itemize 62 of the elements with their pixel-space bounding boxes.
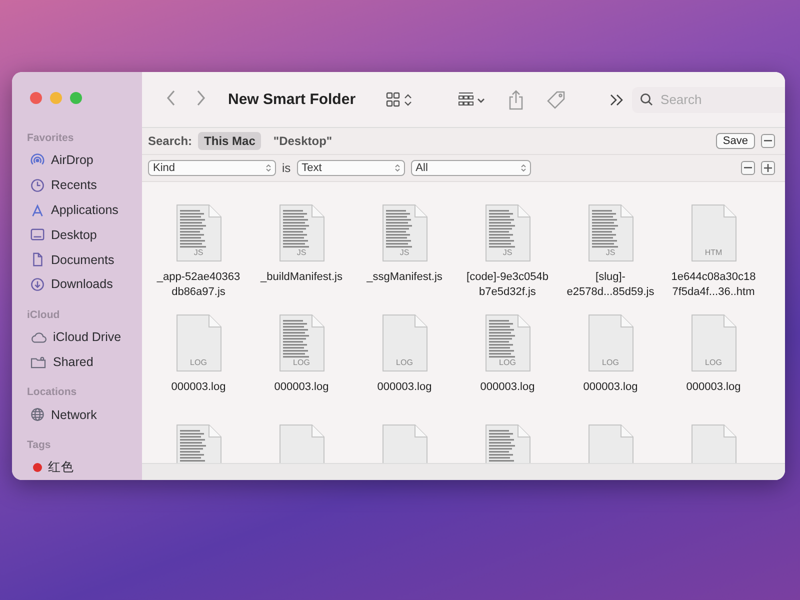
search-icon	[640, 93, 653, 106]
more-icon[interactable]	[610, 94, 624, 106]
sidebar-item[interactable]: AirDrop	[51, 153, 94, 168]
attribute-popup[interactable]: Kind	[148, 160, 276, 176]
sidebar-item[interactable]: Recents	[51, 178, 97, 192]
window-title: New Smart Folder	[228, 91, 356, 108]
sidebar-item[interactable]: 红色	[48, 459, 74, 476]
section-heading: iCloud	[27, 308, 61, 321]
plus-icon	[764, 164, 772, 172]
group-icon[interactable]	[458, 92, 486, 108]
file-name: _ssgManifest.js	[366, 270, 444, 285]
file-name: [code]-9e3c054b b7e5d32f.js	[466, 270, 550, 300]
zoom-button[interactable]	[70, 92, 82, 104]
scope-option[interactable]: "Desktop"	[267, 132, 338, 150]
sidebar-item[interactable]: iCloud Drive	[53, 330, 122, 344]
file-name: [slug]- e2578d...85d59.js	[566, 270, 656, 300]
section-heading: Favorites	[27, 132, 75, 144]
search-field[interactable]: Search	[632, 86, 785, 112]
chevron-icon	[266, 164, 271, 172]
shared-folder-icon	[30, 356, 47, 369]
file-name: 1e644c08a30c18 7f5da4f...36..htm	[670, 270, 757, 300]
apps-icon	[30, 202, 45, 218]
sidebar-item[interactable]: Shared	[53, 355, 94, 370]
search-field[interactable]: Search	[658, 91, 785, 108]
file-name: 000003.log	[685, 380, 742, 395]
document-icon	[30, 252, 45, 268]
download-icon	[30, 276, 45, 292]
operator-label: is	[282, 161, 291, 175]
tag-icon[interactable]	[546, 90, 566, 110]
section-heading: Locations	[27, 386, 78, 398]
file-name: 000003.log	[170, 380, 227, 395]
share-icon[interactable]	[508, 90, 524, 110]
search-label: Search:	[148, 134, 192, 148]
grid-view-icon[interactable]	[386, 92, 414, 108]
file-name: _buildManifest.js	[259, 270, 344, 285]
value-popup[interactable]: Text	[296, 160, 405, 176]
file-name: 000003.log	[479, 380, 536, 395]
add-button[interactable]	[761, 161, 775, 175]
file-name: 000003.log	[582, 380, 639, 395]
minus-icon	[764, 140, 772, 142]
subvalue-popup[interactable]: All	[410, 160, 531, 176]
file-name: 000003.log	[376, 380, 433, 395]
chevron-icon	[520, 164, 526, 172]
cloud-icon	[30, 330, 47, 344]
scope-option[interactable]: This Mac	[198, 132, 262, 150]
sidebar-item[interactable]: Downloads	[51, 277, 113, 292]
save-button[interactable]: Save	[716, 133, 755, 149]
sidebar-item[interactable]: Network	[51, 408, 97, 422]
sidebar-item[interactable]: Applications	[51, 203, 118, 218]
close-button[interactable]	[30, 92, 42, 104]
desktop-icon	[30, 227, 45, 242]
clock-icon	[30, 178, 45, 193]
file-name: _app-52ae40363 db86a97.js	[156, 270, 242, 300]
remove-button[interactable]	[761, 134, 775, 148]
sidebar-item[interactable]: Desktop	[51, 228, 97, 242]
globe-icon	[30, 407, 45, 422]
file-name: 000003.log	[273, 380, 330, 395]
chevron-icon	[394, 164, 400, 172]
minus-icon	[744, 167, 752, 169]
sidebar-item[interactable]: Documents	[51, 252, 114, 267]
remove-button[interactable]	[741, 161, 755, 175]
section-heading: Tags	[27, 439, 52, 452]
